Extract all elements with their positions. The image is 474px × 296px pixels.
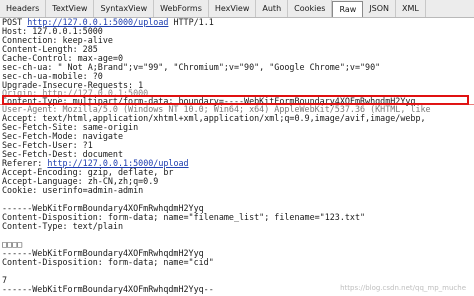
tab-xml[interactable]: XML [396,0,426,17]
raw-request-view[interactable]: POST http://127.0.0.1:5000/upload HTTP/1… [0,18,474,296]
tab-cookies[interactable]: Cookies [288,0,333,17]
tab-raw[interactable]: Raw [332,1,364,17]
tab-hexview[interactable]: HexView [209,0,257,17]
inspector-tab-bar: Headers TextView SyntaxView WebForms Hex… [0,0,474,18]
request-protocol: HTTP/1.1 [168,18,214,27]
tab-webforms[interactable]: WebForms [154,0,209,17]
tab-auth[interactable]: Auth [256,0,289,17]
tab-textview[interactable]: TextView [46,0,95,17]
body-line: Content-Type: text/plain [2,221,124,231]
header-line: Cookie: userinfo=admin-admin [2,185,144,195]
body-line: Content-Disposition: form-data; name="ci… [2,257,214,267]
tab-json[interactable]: JSON [363,0,397,17]
watermark-text: https://blog.csdn.net/qq_mp_muche [340,284,466,292]
red-underline [0,104,474,105]
tab-syntaxview[interactable]: SyntaxView [94,0,155,17]
body-line: ------WebKitFormBoundary4XOFmRwhqdmH2Yyq… [2,284,214,294]
tab-headers[interactable]: Headers [0,0,47,17]
